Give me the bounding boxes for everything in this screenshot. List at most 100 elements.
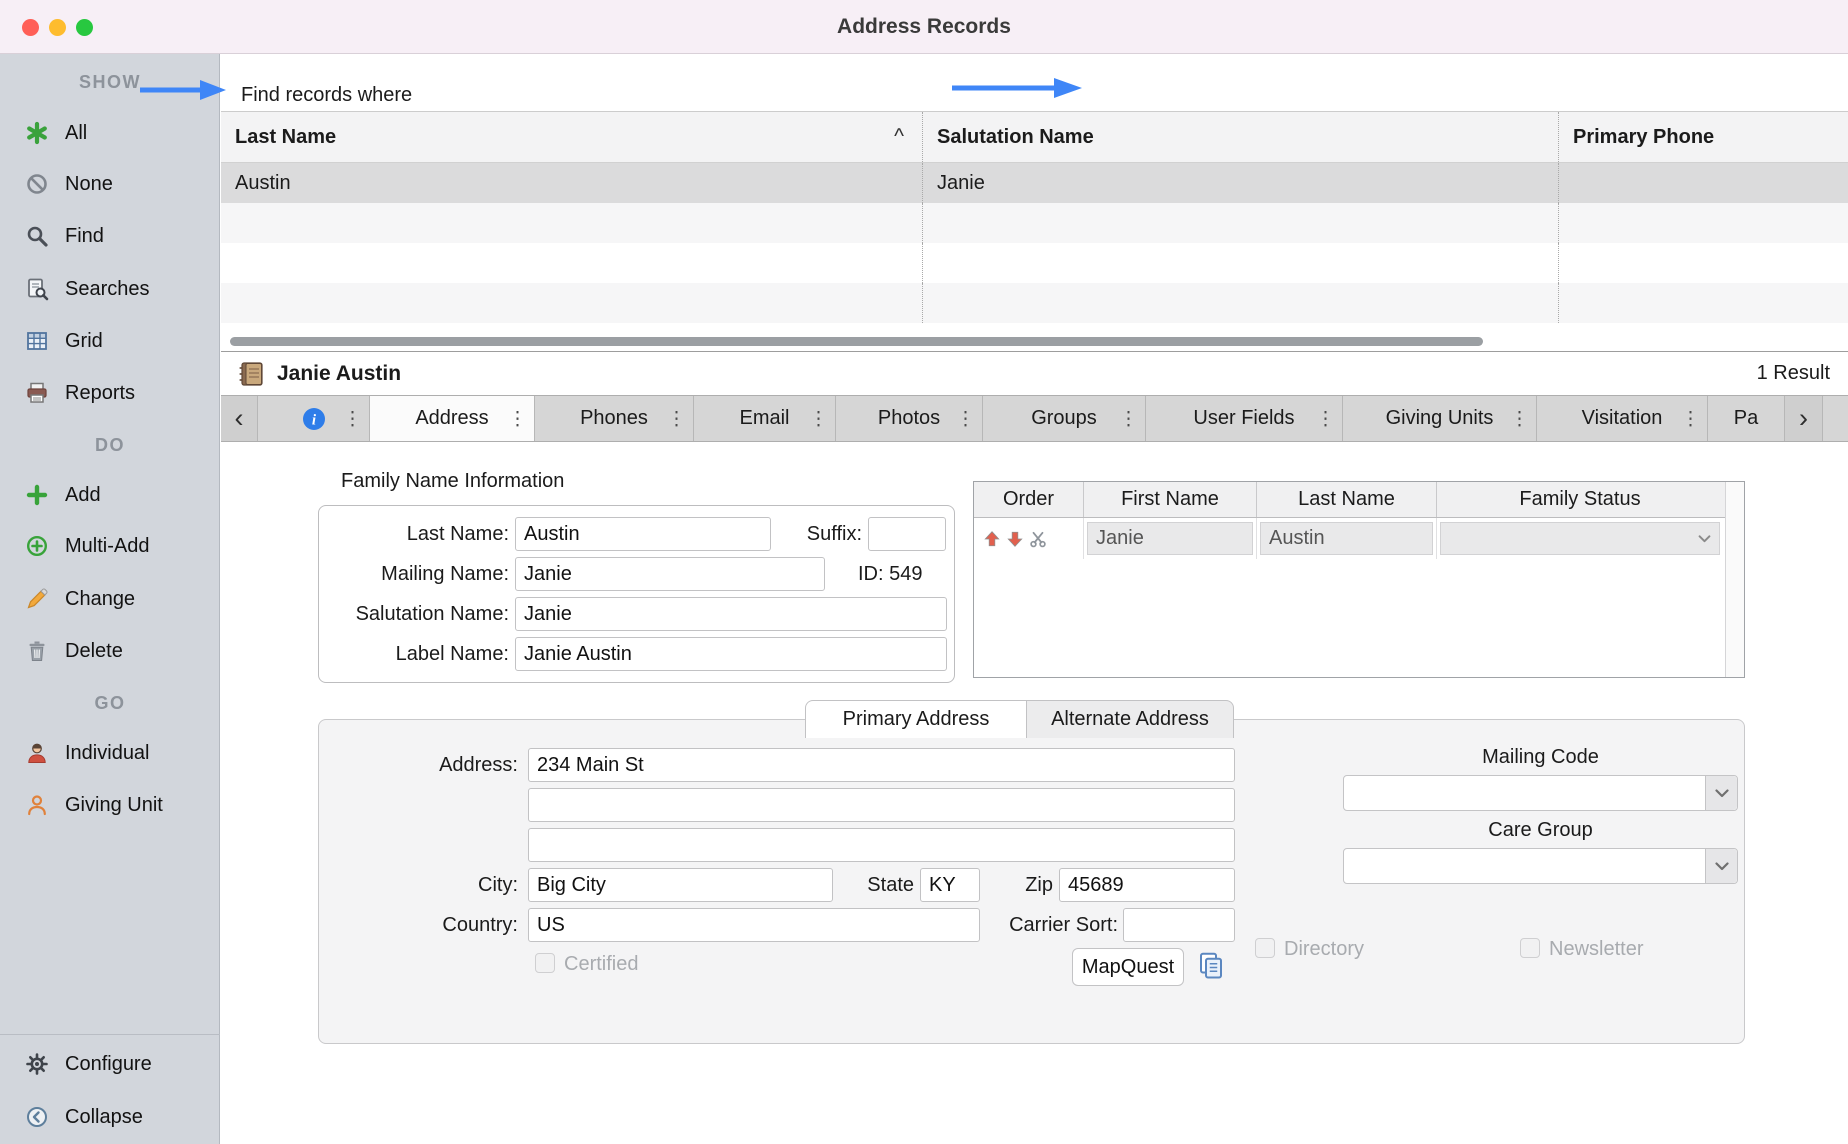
move-up-icon[interactable]: [983, 530, 1001, 548]
results-header-row: Last Name ^ Salutation Name Primary Phon…: [221, 112, 1848, 163]
tab-groups[interactable]: Groups ⋮: [983, 396, 1146, 441]
tab-options-icon[interactable]: ⋮: [809, 407, 828, 430]
sidebar-item-collapse[interactable]: Collapse: [0, 1093, 220, 1141]
city-input[interactable]: [528, 868, 833, 902]
sidebar-item-multi-add[interactable]: Multi-Add: [0, 522, 220, 570]
saved-searches-icon: [24, 276, 50, 302]
close-window-button[interactable]: [22, 19, 39, 36]
column-header-primary-phone[interactable]: Primary Phone: [1559, 112, 1848, 162]
plus-icon: [24, 482, 50, 508]
tab-visitation[interactable]: Visitation ⋮: [1537, 396, 1708, 441]
table-row-empty: [221, 163, 1848, 203]
sidebar-section-do: DO: [0, 433, 220, 457]
country-input[interactable]: [528, 908, 980, 942]
zoom-window-button[interactable]: [76, 19, 93, 36]
sidebar-item-add[interactable]: Add: [0, 471, 220, 519]
mailing-name-input[interactable]: [515, 557, 825, 591]
sidebar-item-searches[interactable]: Searches: [0, 265, 220, 313]
tab-pastoral-truncated[interactable]: Pa: [1708, 396, 1785, 441]
sidebar-item-none[interactable]: None: [0, 160, 220, 208]
salutation-name-input[interactable]: [515, 597, 947, 631]
tab-options-icon[interactable]: ⋮: [1681, 407, 1700, 430]
certified-label: Certified: [564, 952, 638, 976]
mailing-code-label: Mailing Code: [1343, 745, 1738, 769]
address-line2-input[interactable]: [528, 788, 1235, 822]
mapquest-button[interactable]: MapQuest: [1072, 948, 1184, 986]
table-row-empty: [221, 283, 1848, 323]
suffix-input[interactable]: [868, 517, 946, 551]
sidebar-item-configure[interactable]: Configure: [0, 1040, 220, 1088]
sort-ascending-icon[interactable]: ^: [894, 125, 904, 149]
address-line3-input[interactable]: [528, 828, 1235, 862]
carrier-sort-input[interactable]: [1123, 908, 1235, 942]
tab-options-icon[interactable]: ⋮: [1510, 407, 1529, 430]
sidebar-item-giving-unit[interactable]: Giving Unit: [0, 781, 220, 829]
tab-label: Visitation: [1582, 407, 1663, 430]
column-header-last-name[interactable]: Last Name ^: [221, 112, 923, 162]
sidebar-item-label: Change: [65, 588, 135, 611]
tabs-scroll-left-button[interactable]: ‹: [221, 396, 258, 441]
label-name-input[interactable]: [515, 637, 947, 671]
results-table: Last Name ^ Salutation Name Primary Phon…: [221, 112, 1848, 352]
column-header-label: Last Name: [235, 126, 336, 149]
tab-email[interactable]: Email ⋮: [694, 396, 836, 441]
tab-photos[interactable]: Photos ⋮: [836, 396, 983, 441]
find-records-where-label: Find records where: [241, 84, 412, 107]
none-icon: [24, 171, 50, 197]
sidebar-section-go: GO: [0, 691, 220, 715]
tab-phones[interactable]: Phones ⋮: [535, 396, 694, 441]
column-header-salutation-name[interactable]: Salutation Name: [923, 112, 1559, 162]
collapse-icon: [24, 1104, 50, 1130]
last-name-input[interactable]: [515, 517, 771, 551]
member-row[interactable]: Janie Austin: [974, 518, 1744, 559]
member-first-name-field[interactable]: Janie: [1087, 522, 1253, 555]
horizontal-scrollbar[interactable]: [230, 337, 1483, 346]
tab-info[interactable]: i ⋮: [258, 396, 370, 441]
tabs-scroll-right-button[interactable]: ›: [1785, 396, 1823, 441]
tab-label: Giving Units: [1386, 407, 1494, 430]
mailing-code-select[interactable]: [1343, 775, 1738, 811]
tab-options-icon[interactable]: ⋮: [343, 407, 362, 430]
zip-input[interactable]: [1059, 868, 1235, 902]
tab-user-fields[interactable]: User Fields ⋮: [1146, 396, 1343, 441]
sidebar-item-label: Delete: [65, 640, 123, 663]
state-input[interactable]: [920, 868, 980, 902]
table-row-empty: [221, 243, 1848, 283]
members-scrollbar[interactable]: [1725, 482, 1744, 677]
tab-label: Address: [415, 407, 488, 430]
newsletter-checkbox[interactable]: [1520, 938, 1540, 958]
sidebar-item-label: Find: [65, 225, 104, 248]
member-last-name-field[interactable]: Austin: [1260, 522, 1433, 555]
tab-options-icon[interactable]: ⋮: [1316, 407, 1335, 430]
sidebar-item-reports[interactable]: Reports: [0, 369, 220, 417]
window-controls: [22, 19, 93, 36]
record-header-bar: Janie Austin 1 Result: [221, 352, 1848, 395]
tab-options-icon[interactable]: ⋮: [508, 407, 527, 430]
tab-options-icon[interactable]: ⋮: [667, 407, 686, 430]
certified-checkbox[interactable]: [535, 953, 555, 973]
tab-options-icon[interactable]: ⋮: [1119, 407, 1138, 430]
sidebar-item-all[interactable]: All: [0, 109, 220, 157]
asterisk-icon: [24, 120, 50, 146]
directory-checkbox[interactable]: [1255, 938, 1275, 958]
tab-giving-units[interactable]: Giving Units ⋮: [1343, 396, 1537, 441]
tab-address[interactable]: Address ⋮: [370, 396, 535, 441]
tab-primary-address[interactable]: Primary Address: [805, 700, 1027, 738]
cut-icon[interactable]: [1029, 530, 1047, 548]
sidebar-item-find[interactable]: Find: [0, 212, 220, 260]
family-status-select[interactable]: [1440, 522, 1720, 555]
magnifier-icon: [24, 223, 50, 249]
copy-address-icon[interactable]: [1196, 950, 1226, 985]
sidebar-item-change[interactable]: Change: [0, 575, 220, 623]
sidebar-item-individual[interactable]: Individual: [0, 729, 220, 777]
sidebar-item-label: All: [65, 122, 87, 145]
minimize-window-button[interactable]: [49, 19, 66, 36]
tab-options-icon[interactable]: ⋮: [956, 407, 975, 430]
care-group-select[interactable]: [1343, 848, 1738, 884]
salutation-name-label: Salutation Name:: [300, 602, 509, 626]
address-line1-input[interactable]: [528, 748, 1235, 782]
sidebar-item-grid[interactable]: Grid: [0, 317, 220, 365]
tab-alternate-address[interactable]: Alternate Address: [1027, 700, 1234, 738]
sidebar-item-delete[interactable]: Delete: [0, 627, 220, 675]
move-down-icon[interactable]: [1006, 530, 1024, 548]
